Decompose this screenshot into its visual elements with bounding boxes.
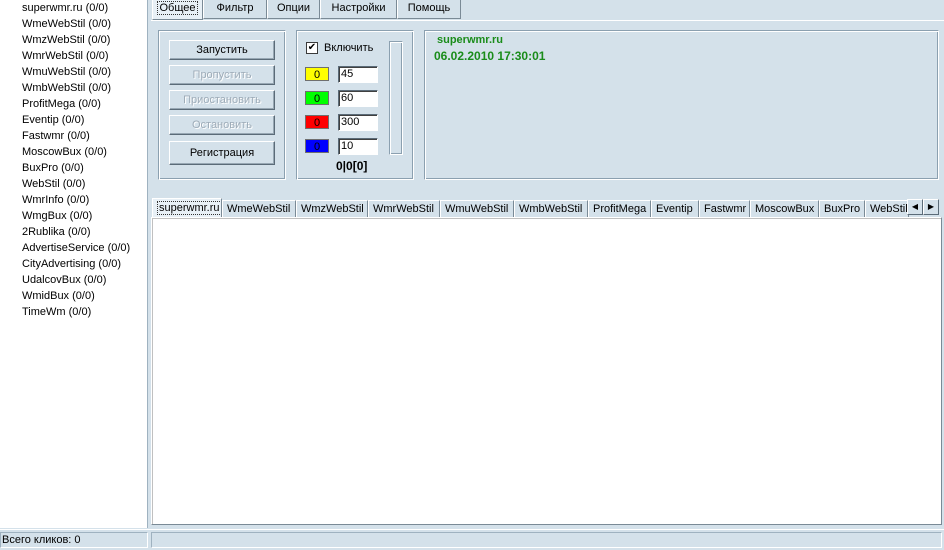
site-list-item[interactable]: UdalcovBux (0/0) (22, 272, 106, 288)
enable-label: Включить (324, 42, 374, 54)
site-list-item[interactable]: WmzWebStil (0/0) (22, 32, 110, 48)
tab-help-label: Помощь (407, 2, 451, 14)
counter-summary: 0|0[0] (336, 159, 368, 173)
timers-group: ✔ Включить 0 45 0 60 0 300 0 10 0|0[0] (296, 30, 414, 180)
tab-filter-label: Фильтр (216, 2, 254, 14)
tab-help[interactable]: Помощь (397, 0, 461, 19)
tab-filter[interactable]: Фильтр (203, 0, 267, 19)
timer-yellow-field[interactable]: 45 (338, 66, 378, 83)
site-list[interactable]: superwmr.ru (0/0) WmeWebStil (0/0) WmzWe… (0, 0, 148, 528)
general-panel: Запустить Пропустить Приостановить Остан… (151, 20, 944, 186)
current-datetime-label: 06.02.2010 17:30:01 (434, 49, 546, 63)
current-site-label: superwmr.ru (437, 34, 504, 46)
timer-yellow-swatch: 0 (305, 67, 329, 81)
timer-red-swatch: 0 (305, 115, 329, 129)
site-list-item[interactable]: 2Rublika (0/0) (22, 224, 90, 240)
clicks-counter: Всего кликов: 0 (0, 532, 148, 548)
site-tab[interactable]: WmbWebStil (514, 200, 588, 218)
site-list-item[interactable]: WmgBux (0/0) (22, 208, 92, 224)
site-browser-view[interactable] (151, 217, 942, 525)
site-tab[interactable]: MoscowBux (750, 200, 819, 218)
site-tab[interactable]: WmzWebStil (296, 200, 368, 218)
controls-group: Запустить Пропустить Приостановить Остан… (158, 30, 286, 180)
pause-button[interactable]: Приостановить (169, 90, 275, 110)
site-tab-bar: superwmr.ru WmeWebStil WmzWebStil WmrWeb… (151, 198, 944, 218)
timer-red-field[interactable]: 300 (338, 114, 378, 131)
status-bar: Всего кликов: 0 (0, 529, 944, 550)
tab-general-label: Общее (157, 1, 198, 15)
timer-green-swatch: 0 (305, 91, 329, 105)
tab-settings-label: Настройки (331, 2, 386, 14)
site-list-item[interactable]: CityAdvertising (0/0) (22, 256, 121, 272)
tab-scroll-right-icon[interactable]: ▶ (923, 199, 939, 215)
site-list-item[interactable]: WmrWebStil (0/0) (22, 48, 109, 64)
tab-options[interactable]: Опции (267, 0, 320, 19)
site-list-item[interactable]: WmrInfo (0/0) (22, 192, 89, 208)
site-list-item[interactable]: WmbWebStil (0/0) (22, 80, 111, 96)
site-tab[interactable]: Eventip (651, 200, 699, 218)
info-panel: superwmr.ru 06.02.2010 17:30:01 (424, 30, 939, 180)
site-tab[interactable]: superwmr.ru (152, 198, 222, 218)
tab-options-label: Опции (276, 2, 311, 14)
site-tab[interactable]: BuxPro (819, 200, 865, 218)
site-list-item[interactable]: WmuWebStil (0/0) (22, 64, 111, 80)
site-list-item[interactable]: WmidBux (0/0) (22, 288, 95, 304)
site-tab[interactable]: WmrWebStil (368, 200, 440, 218)
tab-settings[interactable]: Настройки (320, 0, 397, 19)
timer-green-field[interactable]: 60 (338, 90, 378, 107)
site-list-item[interactable]: Fastwmr (0/0) (22, 128, 90, 144)
site-list-item[interactable]: ProfitMega (0/0) (22, 96, 101, 112)
site-list-item[interactable]: BuxPro (0/0) (22, 160, 84, 176)
site-tab[interactable]: WmuWebStil (440, 200, 514, 218)
site-tab[interactable]: WebStil (865, 200, 909, 218)
timer-blue-swatch: 0 (305, 139, 329, 153)
stop-button[interactable]: Остановить (169, 115, 275, 135)
site-list-item[interactable]: WebStil (0/0) (22, 176, 85, 192)
site-list-item[interactable]: superwmr.ru (0/0) (22, 0, 108, 16)
timer-blue-field[interactable]: 10 (338, 138, 378, 155)
site-list-item[interactable]: WmeWebStil (0/0) (22, 16, 111, 32)
status-panel (151, 532, 942, 548)
enable-checkbox[interactable]: ✔ (306, 42, 318, 54)
tab-general[interactable]: Общее (152, 0, 203, 20)
site-list-item[interactable]: TimeWm (0/0) (22, 304, 91, 320)
site-tab-label: superwmr.ru (157, 201, 221, 215)
site-list-item[interactable]: MoscowBux (0/0) (22, 144, 107, 160)
tab-scroll-left-icon[interactable]: ◀ (907, 199, 923, 215)
site-tab[interactable]: Fastwmr (699, 200, 750, 218)
site-tab[interactable]: ProfitMega (588, 200, 651, 218)
site-list-item[interactable]: Eventip (0/0) (22, 112, 84, 128)
skip-button[interactable]: Пропустить (169, 65, 275, 85)
timer-progress-bar (389, 41, 403, 155)
site-tab[interactable]: WmeWebStil (222, 200, 296, 218)
start-button[interactable]: Запустить (169, 40, 275, 60)
site-list-item[interactable]: AdvertiseService (0/0) (22, 240, 130, 256)
register-button[interactable]: Регистрация (169, 141, 275, 165)
